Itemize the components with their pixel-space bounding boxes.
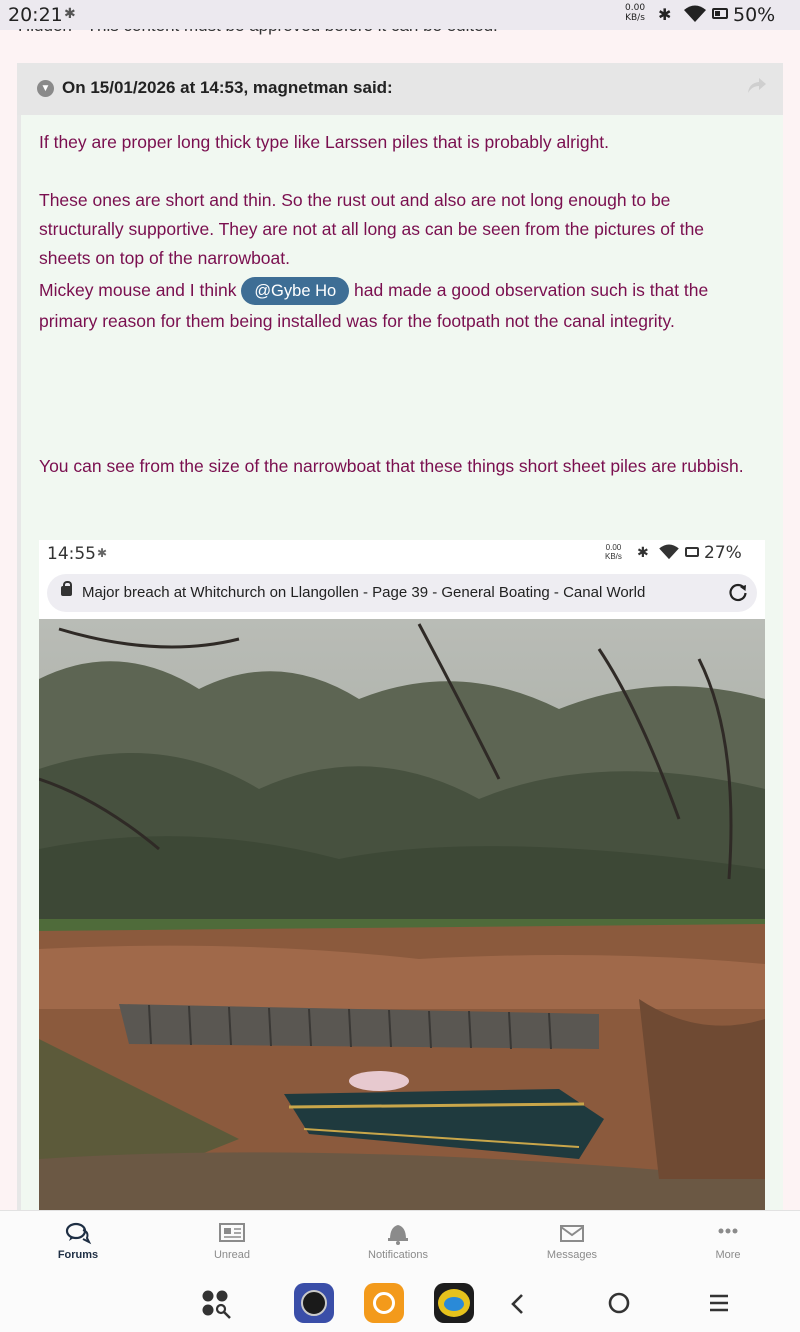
chat-bubbles-icon [65, 1222, 92, 1245]
share-arrow-icon[interactable] [747, 77, 767, 95]
messaging-app-icon[interactable] [364, 1283, 404, 1323]
embedded-network-speed: 0.00 KB/s [605, 543, 622, 561]
embedded-battery-percent: 27% [704, 543, 742, 563]
embedded-bluetooth-icon: ✱ [637, 544, 649, 560]
user-mention-link[interactable]: @Gybe Ho [241, 277, 350, 305]
collapse-toggle-icon[interactable]: ▼ [37, 80, 54, 97]
bell-icon [388, 1225, 408, 1245]
camera-app-icon[interactable] [294, 1283, 334, 1323]
back-icon[interactable] [508, 1292, 526, 1316]
tab-label: Unread [213, 1249, 251, 1261]
tab-label: More [715, 1249, 741, 1261]
quote-attribution: On 15/01/2026 at 14:53, magnetman said: [62, 78, 393, 97]
embedded-screenshot[interactable]: 14:55 ✱ 0.00 KB/s ✱ 27% Major breach at W… [39, 540, 765, 1212]
envelope-icon [560, 1225, 584, 1242]
battery-percent: 50% [733, 4, 776, 26]
tab-notifications[interactable]: Notifications [343, 1211, 453, 1275]
network-speed: 0.00 KB/s [625, 3, 646, 23]
reload-icon [729, 583, 747, 602]
tab-messages[interactable]: Messages [517, 1211, 627, 1275]
tab-label: Notifications [368, 1249, 428, 1261]
recents-menu-icon[interactable] [708, 1292, 730, 1314]
embedded-url-bar: Major breach at Whitchurch on Llangollen… [47, 574, 757, 612]
forum-tab-bar: Forums Unread Notifications Messages Mor… [0, 1210, 800, 1275]
bluetooth-icon: ✱ [658, 5, 672, 24]
system-status-bar: 20:21 ✱ 0.00 KB/s ✱ 50% [0, 0, 800, 30]
clock: 20:21 [8, 4, 63, 26]
bluetooth-connected-icon: ✱ [64, 6, 76, 22]
tab-label: Messages [546, 1249, 598, 1261]
battery-icon [712, 8, 728, 19]
quote-paragraph: These ones are short and thin. So the ru… [39, 190, 705, 268]
embedded-bluetooth-icon: ✱ [97, 546, 108, 560]
embedded-wifi-icon [659, 544, 679, 560]
quote-paragraph: You can see from the size of the narrowb… [39, 456, 744, 476]
embedded-clock: 14:55 [47, 544, 96, 564]
game-app-icon[interactable] [434, 1283, 474, 1323]
tab-unread[interactable]: Unread [177, 1211, 287, 1275]
home-icon[interactable] [606, 1290, 632, 1316]
system-navigation-bar [0, 1274, 800, 1332]
tab-more[interactable]: More [673, 1211, 783, 1275]
quote-paragraph: If they are proper long thick type like … [39, 132, 610, 152]
tab-forums[interactable]: Forums [23, 1211, 133, 1275]
newspaper-icon [219, 1223, 245, 1242]
tab-label: Forums [57, 1249, 99, 1261]
canal-breach-photo [39, 619, 765, 1212]
quote-header[interactable]: ▼ On 15/01/2026 at 14:53, magnetman said… [17, 63, 783, 115]
embedded-page-title: Major breach at Whitchurch on Llangollen… [82, 584, 646, 601]
wifi-icon [684, 5, 706, 22]
ellipsis-icon [718, 1228, 738, 1234]
app-drawer-icon[interactable] [200, 1288, 234, 1320]
embedded-battery-icon [685, 547, 699, 557]
lock-icon [61, 581, 72, 596]
quote-paragraph: Mickey mouse and I think @Gybe Ho had ma… [39, 275, 759, 337]
